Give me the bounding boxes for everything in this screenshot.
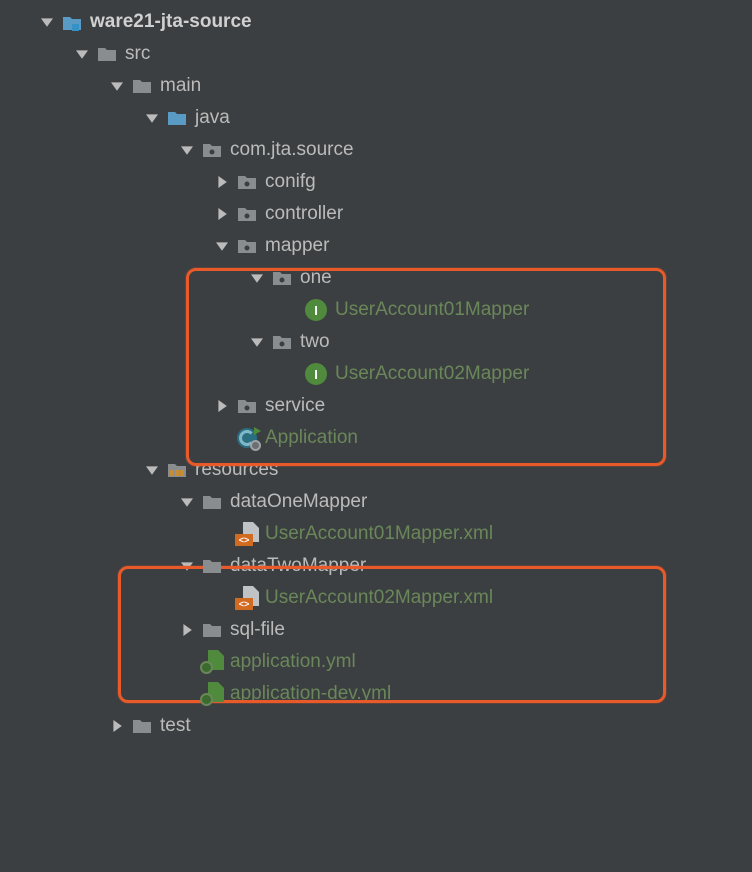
tree-item-mapper[interactable]: mapper	[0, 230, 752, 262]
package-icon	[200, 139, 224, 161]
chevron-down-icon	[73, 48, 91, 60]
tree-label: service	[265, 395, 325, 417]
tree-label: conifg	[265, 171, 316, 193]
tree-item-src[interactable]: src	[0, 38, 752, 70]
folder-icon	[130, 75, 154, 97]
interface-icon: I	[305, 363, 327, 385]
tree-label: controller	[265, 203, 343, 225]
package-icon	[235, 395, 259, 417]
tree-item-datatwo[interactable]: dataTwoMapper	[0, 550, 752, 582]
folder-icon	[130, 715, 154, 737]
tree-item-xml02[interactable]: <> UserAccount02Mapper.xml	[0, 582, 752, 614]
tree-label: two	[300, 331, 330, 353]
tree-label: src	[125, 43, 150, 65]
tree-item-dataone[interactable]: dataOneMapper	[0, 486, 752, 518]
tree-item-main[interactable]: main	[0, 70, 752, 102]
tree-item-one[interactable]: one	[0, 262, 752, 294]
chevron-down-icon	[178, 560, 196, 572]
tree-label: resources	[195, 459, 278, 481]
package-icon	[270, 331, 294, 353]
resources-folder-icon	[165, 459, 189, 481]
tree-label: main	[160, 75, 201, 97]
tree-item-root[interactable]: ware21-jta-source	[0, 6, 752, 38]
chevron-down-icon	[38, 16, 56, 28]
module-icon	[60, 11, 84, 33]
folder-icon	[95, 43, 119, 65]
tree-label: com.jta.source	[230, 139, 354, 161]
tree-item-appdevyml[interactable]: application-dev.yml	[0, 678, 752, 710]
chevron-down-icon	[143, 112, 161, 124]
tree-item-service[interactable]: service	[0, 390, 752, 422]
tree-item-mapper01[interactable]: I UserAccount01Mapper	[0, 294, 752, 326]
tree-item-resources[interactable]: resources	[0, 454, 752, 486]
chevron-down-icon	[213, 240, 231, 252]
package-icon	[235, 235, 259, 257]
tree-item-two[interactable]: two	[0, 326, 752, 358]
source-folder-icon	[165, 107, 189, 129]
tree-label: test	[160, 715, 191, 737]
tree-label: UserAccount01Mapper.xml	[265, 523, 493, 545]
tree-label: one	[300, 267, 332, 289]
folder-icon	[200, 491, 224, 513]
package-icon	[235, 203, 259, 225]
project-tree: ware21-jta-source src main java com.jta.…	[0, 6, 752, 742]
tree-item-application[interactable]: Application	[0, 422, 752, 454]
chevron-right-icon	[178, 624, 196, 636]
chevron-down-icon	[178, 144, 196, 156]
tree-label: UserAccount02Mapper	[335, 363, 529, 385]
xml-file-icon: <>	[235, 588, 259, 608]
tree-label: UserAccount02Mapper.xml	[265, 587, 493, 609]
chevron-down-icon	[248, 272, 266, 284]
tree-item-config[interactable]: conifg	[0, 166, 752, 198]
interface-icon: I	[305, 299, 327, 321]
package-icon	[270, 267, 294, 289]
tree-item-appyml[interactable]: application.yml	[0, 646, 752, 678]
package-icon	[235, 171, 259, 193]
yml-file-icon	[200, 684, 224, 704]
tree-item-java[interactable]: java	[0, 102, 752, 134]
tree-item-test[interactable]: test	[0, 710, 752, 742]
chevron-down-icon	[248, 336, 266, 348]
tree-label: dataTwoMapper	[230, 555, 366, 577]
tree-label: ware21-jta-source	[90, 11, 252, 33]
folder-icon	[200, 555, 224, 577]
chevron-down-icon	[178, 496, 196, 508]
chevron-right-icon	[213, 208, 231, 220]
tree-label: UserAccount01Mapper	[335, 299, 529, 321]
tree-item-controller[interactable]: controller	[0, 198, 752, 230]
chevron-down-icon	[108, 80, 126, 92]
xml-file-icon: <>	[235, 524, 259, 544]
yml-file-icon	[200, 652, 224, 672]
tree-item-package[interactable]: com.jta.source	[0, 134, 752, 166]
tree-item-xml01[interactable]: <> UserAccount01Mapper.xml	[0, 518, 752, 550]
spring-boot-app-icon	[235, 427, 259, 449]
tree-item-sqlfile[interactable]: sql-file	[0, 614, 752, 646]
tree-label: mapper	[265, 235, 329, 257]
tree-label: java	[195, 107, 230, 129]
folder-icon	[200, 619, 224, 641]
tree-label: application-dev.yml	[230, 683, 391, 705]
tree-label: Application	[265, 427, 358, 449]
chevron-down-icon	[143, 464, 161, 476]
tree-label: dataOneMapper	[230, 491, 367, 513]
tree-label: sql-file	[230, 619, 285, 641]
tree-label: application.yml	[230, 651, 356, 673]
tree-item-mapper02[interactable]: I UserAccount02Mapper	[0, 358, 752, 390]
chevron-right-icon	[108, 720, 126, 732]
chevron-right-icon	[213, 400, 231, 412]
chevron-right-icon	[213, 176, 231, 188]
